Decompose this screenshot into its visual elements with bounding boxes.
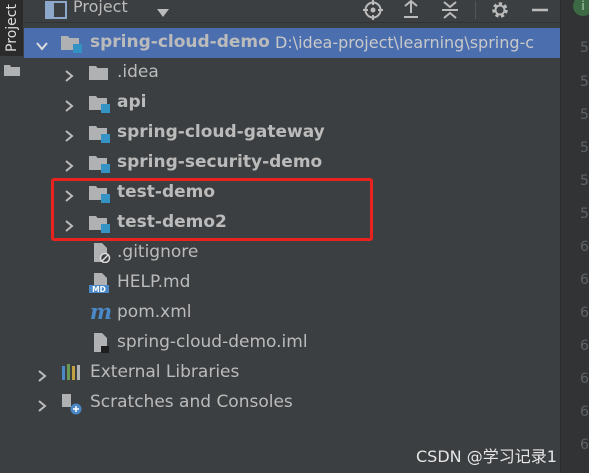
chevron-right-icon[interactable] [63, 97, 75, 112]
tree-item-spring-cloud-gateway[interactable]: spring-cloud-gateway [24, 118, 560, 148]
tree-item-help-md[interactable]: MD HELP.md [24, 268, 560, 298]
line-number: 5 [580, 74, 589, 90]
line-number: 6 [580, 239, 589, 255]
markdown-file-icon: MD [89, 273, 111, 294]
tree-item-label: .idea [117, 62, 159, 82]
tool-window-strip: Project [0, 0, 25, 473]
module-file-icon [91, 333, 113, 353]
folder-icon[interactable] [4, 62, 20, 81]
gear-icon[interactable] [490, 0, 510, 20]
module-folder-icon [89, 123, 111, 143]
project-panel-header: Project [24, 0, 560, 23]
toolbar-separator [475, 1, 476, 19]
svg-text:m: m [90, 303, 112, 323]
tree-item-label: spring-cloud-gateway [117, 122, 325, 142]
tree-item-pom-xml[interactable]: m pom.xml [24, 298, 560, 328]
project-view-title[interactable]: Project [73, 0, 128, 16]
tree-item-gitignore[interactable]: .gitignore [24, 238, 560, 268]
chevron-right-icon[interactable] [63, 157, 75, 172]
editor-gutter: i 5 5 5 5 5 5 6 6 6 6 6 6 6 [560, 0, 589, 473]
tree-item-label: pom.xml [117, 302, 192, 322]
line-number: 6 [580, 305, 589, 321]
tree-item-label: api [117, 92, 147, 112]
project-panel: Project spring-cloud-demo D:\idea-projec [24, 0, 560, 473]
highlight-annotation [51, 178, 373, 241]
svg-text:MD: MD [92, 285, 106, 293]
chevron-down-icon[interactable] [156, 3, 170, 22]
line-number: 6 [580, 371, 589, 387]
line-number: 6 [580, 404, 589, 420]
root-project-path: D:\idea-project\learning\spring-c [275, 33, 535, 52]
chevron-right-icon[interactable] [63, 127, 75, 142]
scratches-icon [61, 393, 83, 415]
csdn-watermark: CSDN @学习记录1 [416, 447, 557, 466]
tree-item-label: External Libraries [90, 362, 240, 382]
module-folder-icon [89, 93, 111, 113]
line-number: 5 [580, 107, 589, 123]
expand-all-icon[interactable] [401, 0, 421, 20]
tree-root-row[interactable]: spring-cloud-demo D:\idea-project\learni… [24, 28, 560, 58]
tree-item-label: HELP.md [117, 272, 191, 292]
root-project-name: spring-cloud-demo [90, 32, 270, 52]
line-number: 5 [580, 206, 589, 222]
info-badge[interactable]: i [573, 0, 589, 16]
project-view-icon [45, 1, 67, 23]
line-number: 6 [580, 437, 589, 453]
line-number: 6 [580, 272, 589, 288]
line-number: 5 [580, 140, 589, 156]
chevron-right-icon[interactable] [36, 367, 48, 382]
module-folder-icon [61, 33, 83, 53]
tree-item-label: .gitignore [117, 242, 199, 262]
tree-item-label: spring-security-demo [117, 152, 323, 172]
minimize-icon[interactable] [530, 0, 550, 20]
project-tool-tab[interactable]: Project [0, 0, 23, 56]
chevron-right-icon[interactable] [63, 67, 75, 82]
tree-item-iml[interactable]: spring-cloud-demo.iml [24, 328, 560, 358]
line-number: 5 [580, 173, 589, 189]
collapse-all-icon[interactable] [440, 0, 460, 20]
tree-item-external-libraries[interactable]: External Libraries [24, 358, 560, 388]
chevron-right-icon[interactable] [36, 397, 48, 412]
line-number: 5 [580, 40, 589, 56]
locate-target-icon[interactable] [363, 0, 383, 20]
module-folder-icon [89, 153, 111, 173]
gitignore-file-icon [91, 243, 113, 264]
folder-icon [89, 63, 111, 83]
tree-item-scratches[interactable]: Scratches and Consoles [24, 388, 560, 418]
maven-file-icon: m [89, 299, 112, 324]
tree-item-label: spring-cloud-demo.iml [117, 332, 308, 352]
library-icon [61, 363, 83, 383]
tree-item-label: Scratches and Consoles [90, 392, 293, 412]
project-tool-tab-label: Project [4, 4, 20, 52]
chevron-down-icon[interactable] [36, 37, 48, 51]
tree-item-idea[interactable]: .idea [24, 58, 560, 88]
tree-item-api[interactable]: api [24, 88, 560, 118]
line-number: 6 [580, 338, 589, 354]
tree-item-spring-security-demo[interactable]: spring-security-demo [24, 148, 560, 178]
